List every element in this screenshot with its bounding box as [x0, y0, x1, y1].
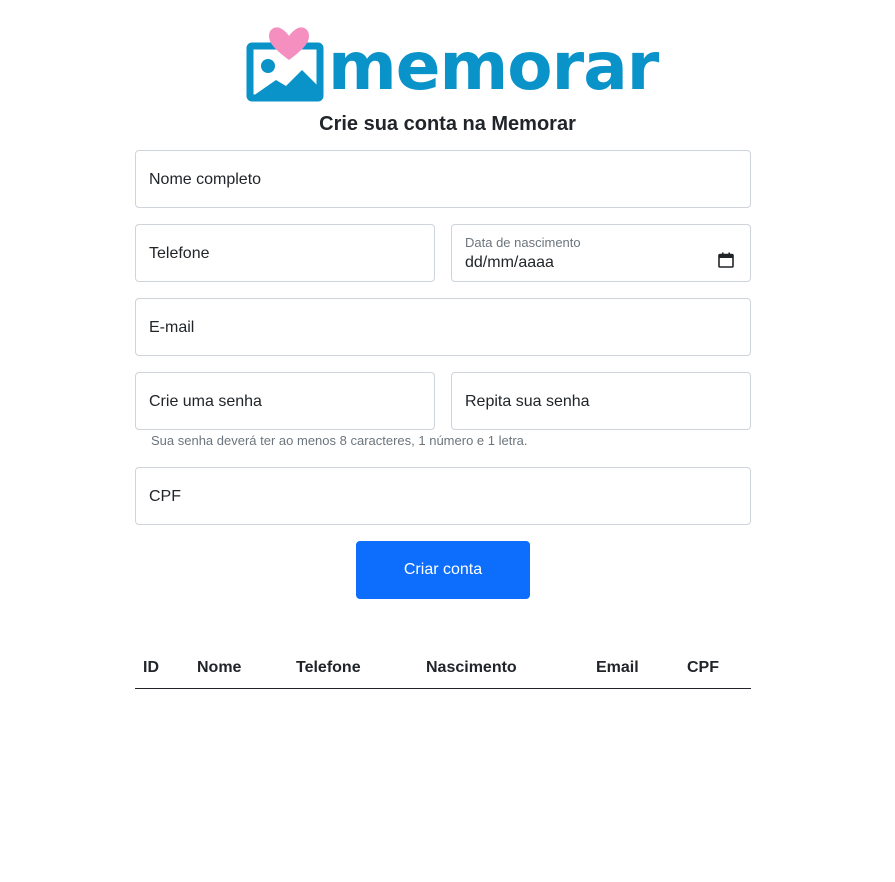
column-header-email: Email — [596, 659, 639, 676]
users-table: ID Nome Telefone Nascimento Email CPF — [135, 648, 751, 689]
email-field[interactable]: E-mail — [135, 298, 751, 356]
column-header-telefone: Telefone — [296, 659, 361, 676]
password-repeat-field[interactable]: Repita sua senha — [451, 372, 751, 430]
column-header-cpf: CPF — [687, 659, 719, 676]
column-header-id: ID — [143, 659, 159, 676]
logo-wordmark: memorar — [328, 28, 659, 105]
birth-date-label: Data de nascimento — [465, 235, 581, 250]
calendar-icon[interactable] — [718, 252, 734, 268]
email-placeholder: E-mail — [149, 319, 195, 336]
page-title: Crie sua conta na Memorar — [319, 113, 576, 135]
photo-heart-logo-icon — [246, 27, 324, 102]
full-name-field[interactable]: Nome completo — [135, 150, 751, 208]
password-hint: Sua senha deverá ter ao menos 8 caracter… — [151, 433, 528, 448]
phone-placeholder: Telefone — [149, 245, 210, 262]
cpf-field[interactable]: CPF — [135, 467, 751, 525]
cpf-placeholder: CPF — [149, 488, 181, 505]
memorar-logo: memorar — [246, 26, 659, 102]
password-field[interactable]: Crie uma senha — [135, 372, 435, 430]
password-placeholder: Crie uma senha — [149, 393, 262, 410]
column-header-nome: Nome — [197, 659, 242, 676]
birth-date-field[interactable]: Data de nascimento dd/mm/aaaa — [451, 224, 751, 282]
full-name-placeholder: Nome completo — [149, 171, 262, 188]
birth-date-value: dd/mm/aaaa — [465, 254, 554, 271]
password-repeat-placeholder: Repita sua senha — [465, 393, 590, 410]
phone-field[interactable]: Telefone — [135, 224, 435, 282]
column-header-nascimento: Nascimento — [426, 659, 517, 676]
create-account-button[interactable]: Criar conta — [356, 541, 530, 599]
